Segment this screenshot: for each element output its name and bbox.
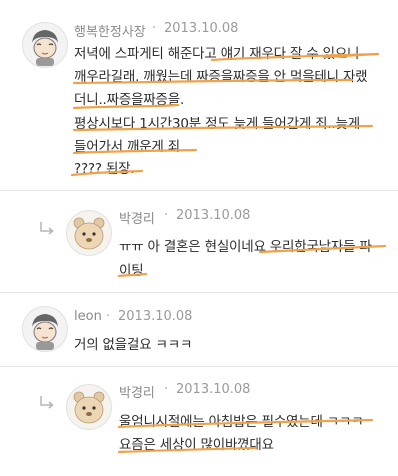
comment-author[interactable]: 행복한정사장: [74, 21, 146, 40]
avatar[interactable]: [22, 22, 68, 68]
comment-date: 2013.10.08: [118, 309, 193, 324]
bear-avatar-icon: [67, 211, 111, 255]
cartoon-girl-avatar-icon: [23, 23, 67, 67]
avatar[interactable]: [66, 210, 112, 256]
meta-separator: ·: [106, 309, 111, 324]
comment-text-line: 저녁에 스파게티 해준다고 얘기 재우다 잘 수 있으니: [74, 46, 360, 62]
comment-divider: [0, 292, 398, 293]
reply-arrow-icon: [38, 221, 56, 237]
reply-arrow-icon: [38, 395, 56, 411]
comment-author[interactable]: 박경리: [119, 208, 155, 227]
comment-date: 2013.10.08: [176, 208, 251, 223]
bear-avatar-icon: [67, 385, 111, 429]
comment-text-line: 더니..짜증을짜증을.: [74, 92, 185, 108]
comment-divider: [0, 190, 398, 191]
comment-text-line: 들어가서 깨운게 죄: [74, 139, 180, 155]
meta-separator: ·: [164, 208, 169, 223]
cartoon-girl-avatar-icon: [23, 307, 67, 351]
comment-date: 2013.10.08: [176, 382, 251, 397]
comment-text-line: 이팅: [119, 263, 144, 279]
comment-text-line: 평상시보다 1시간30분 정도 늦게 들어간게 죄..늦게: [74, 116, 360, 132]
comment-author[interactable]: 박경리: [119, 382, 155, 401]
comment-text-line: 깨우라길래. 깨웠는데 짜증을짜증을 안 먹을테니 자랬: [74, 69, 368, 85]
comment-text-line: 거의 없을걸요 ㅋㅋㅋ: [74, 337, 193, 353]
avatar[interactable]: [22, 306, 68, 352]
avatar[interactable]: [66, 384, 112, 430]
comment-text-line: 울엄니시절에는 아침밥은 필수였는데 ㅋㅋㅋ: [119, 414, 364, 430]
comment-text-line: ㅠㅠ 아 결혼은 현실이네요 우리한국남자들 파: [119, 239, 372, 255]
meta-separator: ·: [164, 382, 169, 397]
meta-separator: ·: [152, 21, 157, 36]
comment-text-line: ???? 된장.: [74, 161, 135, 177]
comment-divider: [0, 366, 398, 367]
comment-text-line: 요즘은 세상이 많이바꼈대요: [119, 437, 274, 453]
comment-author[interactable]: leon: [74, 309, 102, 324]
comment-date: 2013.10.08: [164, 21, 239, 36]
